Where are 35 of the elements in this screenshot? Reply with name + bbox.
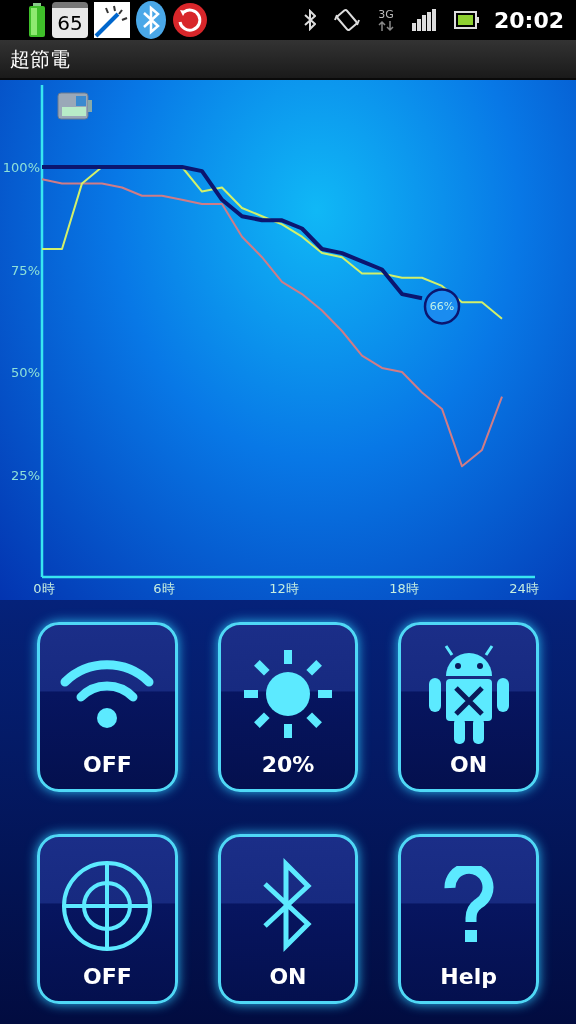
x-tick-label: 24時 [509,581,539,596]
x-tick-label: 0時 [33,581,55,596]
y-tick-label: 75% [11,262,40,278]
crosshair-icon [61,859,154,952]
y-tick-label: 25% [11,467,40,483]
bluetooth-icon [262,857,314,954]
toggle-tile[interactable]: OFF [37,622,178,792]
current-level-marker: 66% [423,288,461,325]
data-arrows-icon [377,19,394,32]
toggle-tile[interactable]: 20% [217,622,359,792]
signal-icon [411,9,436,31]
bluetooth-icon [136,1,166,39]
wifi-icon [59,657,156,730]
y-tick-label: 50% [11,365,40,380]
battery-icon [28,3,46,37]
toggle-tile[interactable]: Help [398,834,539,1004]
calendar-date: 65 [57,13,83,33]
annotation: 66% [429,300,455,314]
app-title: 超節電 [10,46,70,73]
x-tick-label: 12時 [269,581,299,596]
x-tick-label: 18時 [389,581,419,596]
battery-icon [57,92,92,120]
gauge-icon [94,2,130,38]
bluetooth-icon [303,9,316,31]
x-tick-label: 6時 [153,581,175,596]
sun-icon [242,647,334,740]
toggle-tile[interactable]: ON [217,834,359,1004]
toggle-tile[interactable]: OFF [37,834,178,1004]
toggle-tile[interactable]: ON [398,622,539,792]
battery-icon [453,11,480,29]
network-type: 3G [378,8,394,20]
rotation-icon [333,7,360,33]
clock: 20:02 [493,6,564,35]
security-icon [172,2,208,38]
y-tick-label: 100% [2,160,40,175]
